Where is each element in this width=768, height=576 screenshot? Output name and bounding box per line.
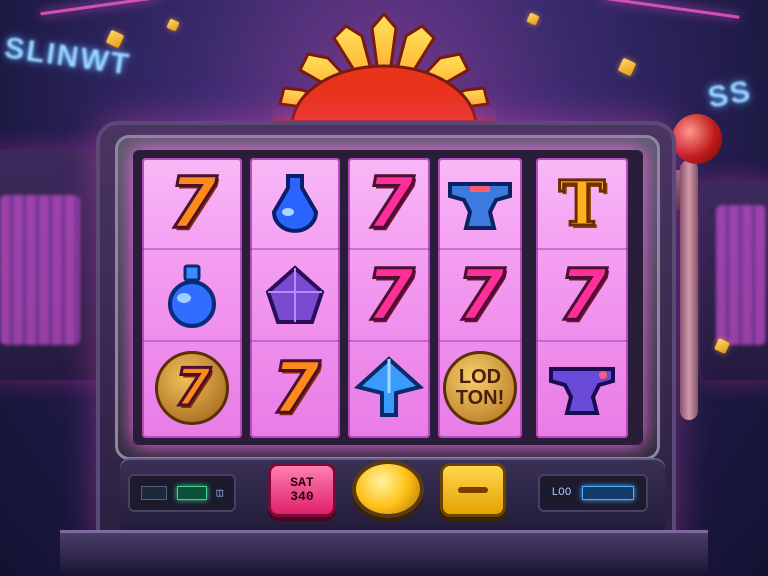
reel-2-row-3: 7: [250, 342, 340, 434]
sat-button-line-1: SAT: [290, 474, 314, 490]
gem-purple-icon: [265, 265, 325, 324]
diamond-blue-icon: [353, 356, 425, 417]
anvil-purple-icon: [549, 367, 615, 415]
reel-4-row-2: 7: [438, 250, 522, 342]
seven-pink-symbol: 7: [364, 162, 416, 244]
seven-orange-symbol: 7: [270, 347, 322, 429]
reel-2: 7: [250, 158, 340, 438]
seven-pink-symbol: 7: [557, 254, 609, 336]
neon-ceiling-line-left: [40, 0, 160, 16]
lever-knob[interactable]: [672, 114, 722, 164]
background-neon-sign-right: SS: [705, 74, 755, 115]
gold-confetti-2: [166, 18, 180, 32]
sunburst-topper: [272, 11, 496, 133]
seven-pink-symbol: 7: [455, 254, 507, 336]
anvil-blue-icon: [448, 182, 512, 230]
neon-ceiling-line-right: [600, 0, 740, 19]
slot-machine-scene: SLINWT SS 7 7 7 7 7 7 LOD TON! T 7 ◫ SAT…: [0, 0, 768, 576]
reel-1: 7 7: [142, 158, 242, 438]
gold-confetti-3: [526, 12, 540, 26]
spin-button[interactable]: [352, 460, 424, 518]
reel-5-row-2: 7: [536, 250, 628, 342]
seven-coin-symbol: 7: [155, 351, 229, 425]
reel-4-row-3: LOD TON!: [438, 342, 522, 434]
reel-5-row-1: T: [536, 158, 628, 250]
left-indicator-light: [140, 486, 167, 500]
lever-arm[interactable]: [680, 160, 698, 420]
blue-display-bar: [582, 486, 635, 500]
seven-orange-symbol: 7: [167, 162, 219, 244]
reel-4: 7 LOD TON!: [438, 158, 522, 438]
potion-icon: [168, 264, 216, 328]
left-panel-glyph: ◫: [216, 488, 224, 500]
sat-button-line-2: 340: [290, 489, 314, 504]
reel-1-row-2: [142, 250, 242, 342]
reel-5: T 7: [536, 158, 628, 438]
reel-3: 7 7: [348, 158, 430, 438]
machine-base-shelf: [60, 530, 708, 576]
right-display-panel: LOO: [538, 474, 648, 512]
lotton-coin-symbol: LOD TON!: [443, 351, 517, 425]
reel-2-row-1: [250, 158, 340, 250]
seven-coin-glyph: 7: [173, 358, 212, 418]
reel-2-row-2: [250, 250, 340, 342]
minus-icon: [458, 487, 488, 493]
potion-blue-icon: [271, 174, 319, 233]
reel-3-row-2: 7: [348, 250, 430, 342]
reel-1-row-1: 7: [142, 158, 242, 250]
reel-3-row-1: 7: [348, 158, 430, 250]
background-screen-right: [716, 205, 766, 345]
lotton-line-1: LOD: [458, 366, 502, 388]
left-indicator-panel: ◫: [128, 474, 236, 512]
sat-bet-button[interactable]: SAT 340: [268, 463, 336, 517]
minus-button[interactable]: [440, 463, 506, 517]
reel-3-row-3: [348, 342, 430, 434]
green-indicator-light: [176, 486, 207, 500]
gold-confetti-4: [617, 57, 637, 77]
seven-pink-symbol: 7: [364, 254, 416, 336]
lotton-line-2: TON!: [455, 387, 505, 409]
gold-t-symbol: T: [557, 165, 606, 241]
reel-1-row-3: 7: [142, 342, 242, 434]
reel-5-row-3: [536, 342, 628, 434]
reel-4-row-1: [438, 158, 522, 250]
right-display-label: LOO: [551, 487, 572, 499]
background-screen-left: [0, 195, 80, 345]
